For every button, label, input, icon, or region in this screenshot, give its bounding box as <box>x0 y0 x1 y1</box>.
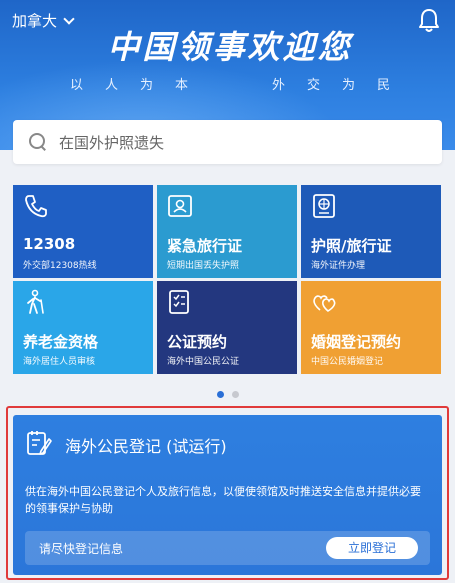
tile-notary[interactable]: 公证预约 海外中国公民公证 <box>157 281 297 374</box>
hero-subtitle: 以 人 为 本 外 交 为 民 <box>70 74 390 93</box>
registration-form-icon <box>27 431 52 455</box>
subtitle-char: 以 <box>70 78 84 93</box>
tile-title: 公证预约 <box>167 333 228 351</box>
citizen-registration-card[interactable]: 海外公民登记 (试运行) 供在海外中国公民登记个人及旅行信息，以便使领馆及时推送… <box>13 415 442 575</box>
tile-title: 养老金资格 <box>23 333 99 351</box>
subtitle-char: 为 <box>140 78 154 93</box>
passport-icon <box>313 194 335 218</box>
tile-subtitle: 短期出国丢失护照 <box>167 261 240 271</box>
register-now-button[interactable]: 立即登记 <box>326 537 418 559</box>
bell-icon[interactable] <box>417 8 441 34</box>
tile-passport[interactable]: 护照/旅行证 海外证件办理 <box>301 185 441 278</box>
tile-12308-hotline[interactable]: 12308 外交部12308热线 <box>13 185 153 278</box>
page-dot[interactable] <box>231 391 239 398</box>
page-dot-active[interactable] <box>216 391 224 398</box>
subtitle-char: 外 <box>271 78 285 93</box>
hearts-icon <box>313 295 336 312</box>
subtitle-char: 民 <box>376 78 390 93</box>
tile-subtitle: 海外居住人员审核 <box>23 357 96 367</box>
registration-description: 供在海外中国公民登记个人及旅行信息，以便使领馆及时推送安全信息并提供必要的领事保… <box>25 485 421 515</box>
id-card-icon <box>168 195 192 217</box>
service-grid: 12308 外交部12308热线 紧急旅行证 短期出国丢失护照 护照/旅行证 海… <box>13 185 442 374</box>
subtitle-char: 本 <box>175 78 189 93</box>
page-indicator <box>0 391 455 398</box>
tile-pension[interactable]: 养老金资格 海外居住人员审核 <box>13 281 153 374</box>
subtitle-char: 为 <box>341 78 355 93</box>
notary-icon <box>169 290 189 314</box>
region-label: 加拿大 <box>12 12 58 30</box>
registration-hint: 请尽快登记信息 <box>39 542 124 556</box>
region-selector[interactable]: 加拿大 <box>12 10 75 31</box>
tile-subtitle: 外交部12308热线 <box>23 261 97 271</box>
search-input[interactable]: 在国外护照遗失 <box>59 132 164 153</box>
subtitle-char: 人 <box>105 78 119 93</box>
registration-title: 海外公民登记 (试运行) <box>65 437 227 456</box>
tile-title: 12308 <box>23 235 76 253</box>
tile-title: 护照/旅行证 <box>311 237 392 255</box>
chevron-down-icon <box>63 12 75 25</box>
tile-emergency-travel-doc[interactable]: 紧急旅行证 短期出国丢失护照 <box>157 185 297 278</box>
tile-subtitle: 海外中国公民公证 <box>167 357 240 367</box>
page-title: 中国领事欢迎您 <box>107 28 353 66</box>
tile-title: 婚姻登记预约 <box>311 333 402 351</box>
registration-action-bar: 请尽快登记信息 立即登记 <box>25 531 430 565</box>
phone-icon <box>25 195 47 218</box>
elderly-icon <box>27 289 44 314</box>
tile-marriage[interactable]: 婚姻登记预约 中国公民婚姻登记 <box>301 281 441 374</box>
tile-subtitle: 中国公民婚姻登记 <box>311 357 384 367</box>
tile-title: 紧急旅行证 <box>167 237 243 255</box>
subtitle-char: 交 <box>306 78 320 93</box>
tile-subtitle: 海外证件办理 <box>311 261 366 271</box>
search-bar[interactable]: 在国外护照遗失 <box>13 120 442 164</box>
search-icon <box>29 133 47 151</box>
